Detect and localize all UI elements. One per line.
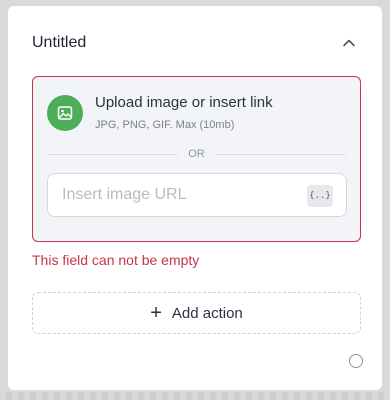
add-action-button[interactable]: + Add action: [32, 292, 361, 334]
image-upload-dropzone[interactable]: Upload image or insert link JPG, PNG, GI…: [32, 76, 361, 242]
upload-file-hint: JPG, PNG, GIF. Max (10mb): [95, 119, 235, 131]
insert-variable-button[interactable]: {..}: [307, 185, 333, 207]
upload-title: Upload image or insert link: [95, 94, 273, 111]
or-label: OR: [188, 148, 205, 160]
error-message: This field can not be empty: [32, 252, 200, 268]
radio-button[interactable]: [349, 354, 363, 368]
upload-card: Untitled Upload image or insert link JPG…: [8, 6, 382, 390]
divider-line: [47, 153, 179, 155]
card-title: Untitled: [32, 34, 87, 51]
card-header: Untitled: [32, 32, 358, 54]
plus-icon: +: [150, 302, 162, 324]
background-strip: [0, 392, 390, 400]
image-url-input[interactable]: [47, 173, 347, 217]
or-divider: OR: [47, 147, 346, 161]
chevron-up-icon[interactable]: [340, 34, 358, 52]
divider-line: [214, 153, 346, 155]
add-action-label: Add action: [171, 304, 243, 322]
image-icon: [47, 95, 83, 131]
